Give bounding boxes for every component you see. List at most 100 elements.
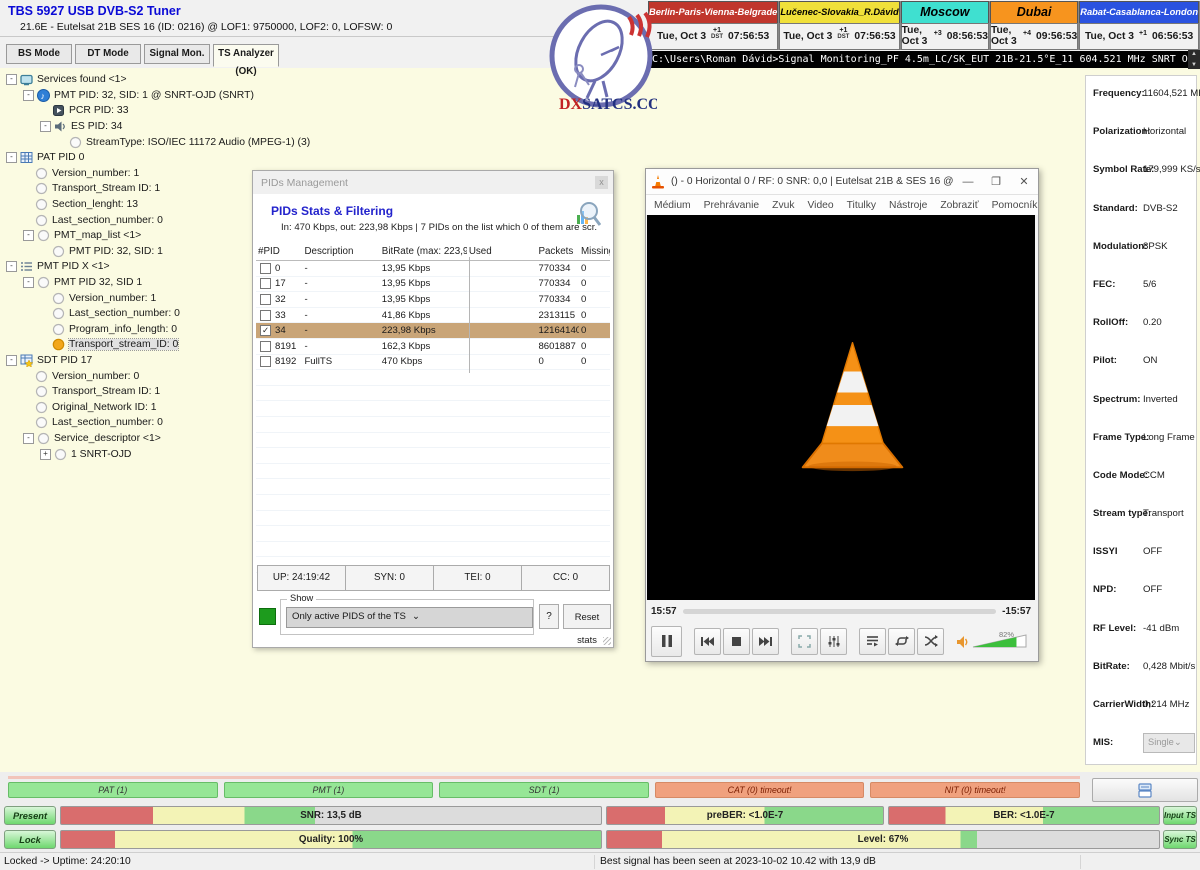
next-button[interactable] [752,628,779,655]
collapse-icon[interactable]: - [6,261,17,272]
tree-item-transport-stream-id-1[interactable]: Transport_Stream ID: 1 [4,384,250,400]
collapse-icon[interactable]: - [40,121,51,132]
column-header[interactable]: Used [467,246,537,257]
pid-row-34[interactable]: ✓34-223,98 Kbps121641400 [256,323,610,339]
checkbox[interactable] [260,278,271,289]
menu-pomocn-k[interactable]: Pomocník [992,200,1038,211]
collapse-icon[interactable]: - [23,277,34,288]
tree-icon-dot [52,245,65,258]
pid-cell: 8192 [256,356,302,367]
menu-video[interactable]: Video [807,200,833,211]
tree-item-sdt-pid-17[interactable]: -SDT PID 17 [4,353,250,369]
menu-m-dium[interactable]: Médium [654,200,691,211]
checkbox[interactable] [260,341,271,352]
ber-bar: BER: <1.0E-7 [888,806,1160,825]
menu-n-stroje[interactable]: Nástroje [889,200,927,211]
tree-item-pmt-map-list-1[interactable]: -PMT_map_list <1> [4,228,250,244]
expand-icon[interactable]: + [40,449,51,460]
pid-row-17[interactable]: 17-13,95 Kbps7703340 [256,277,610,293]
tree-item-es-pid-34[interactable]: -ES PID: 34 [4,119,250,135]
column-header[interactable]: #PID [256,246,302,257]
pause-button[interactable] [651,626,682,657]
scroll-down-icon[interactable]: ▼ [1191,62,1197,68]
tree-item-version-number-0[interactable]: Version_number: 0 [4,368,250,384]
pid-row-32[interactable]: 32-13,95 Kbps7703340 [256,292,610,308]
prev-button[interactable] [694,628,721,655]
tree-item-version-number-1[interactable]: Version_number: 1 [4,166,250,182]
collapse-icon[interactable]: - [23,90,34,101]
console-scrollbar[interactable]: ▲ ▼ [1188,50,1200,69]
vlc-titlebar[interactable]: () - 0 Horizontal 0 / RF: 0 SNR: 0,0 | E… [646,169,1038,195]
tree-item-pmt-pid-32-sid-1[interactable]: -PMT PID 32, SID 1 [4,275,250,291]
pid-row-8191[interactable]: 8191-162,3 Kbps86018870 [256,339,610,355]
tab-ts-analyzer-ok[interactable]: TS Analyzer (OK) [213,44,279,67]
playlist-button[interactable] [859,628,886,655]
utc-offset: +3 [934,31,942,37]
minimize-button[interactable]: — [954,176,982,188]
tree-item-streamtype-iso-iec-11172-audio-mpeg-1-3[interactable]: StreamType: ISO/IEC 11172 Audio (MPEG-1)… [4,134,250,150]
pid-row-0[interactable]: 0-13,95 Kbps7703340 [256,261,610,277]
tree-item-program-info-length-0[interactable]: Program_info_length: 0 [4,322,250,338]
tree-item-version-number-1[interactable]: Version_number: 1 [4,290,250,306]
column-header[interactable]: Missing [579,246,610,257]
shuffle-button[interactable] [917,628,944,655]
checkbox[interactable] [260,356,271,367]
stop-button[interactable] [723,628,750,655]
tab-dt-mode[interactable]: DT Mode [75,44,141,64]
menu-zobrazi[interactable]: Zobraziť [940,200,978,211]
tree-item-pcr-pid-33[interactable]: PCR PID: 33 [4,103,250,119]
param-value: CCM [1143,470,1165,481]
collapse-icon[interactable]: - [6,152,17,163]
column-header[interactable]: BitRate (max: 223,98 Kb... [380,246,467,257]
tree-item-1-snrt-ojd[interactable]: +1 SNRT-OJD [4,446,250,462]
checkbox[interactable] [260,294,271,305]
loop-button[interactable] [888,628,915,655]
fullscreen-button[interactable] [791,628,818,655]
column-header[interactable]: Description [302,246,379,257]
menu-titulky[interactable]: Titulky [847,200,876,211]
tree-item-last-section-number-0[interactable]: Last_section_number: 0 [4,306,250,322]
tree-item-services-found-1[interactable]: -Services found <1> [4,72,250,88]
checkbox-checked[interactable]: ✓ [260,325,271,336]
pid-row-8192[interactable]: 8192FullTS470 Kbps00 [256,355,610,371]
param-value: Inverted [1143,394,1178,405]
close-icon[interactable]: x [595,176,608,189]
param-npd: NPD:OFF [1086,584,1196,622]
pids-titlebar[interactable]: PIDs Management x [253,171,613,194]
pid-row-33[interactable]: 33-41,86 Kbps23131150 [256,308,610,324]
collapse-icon[interactable]: - [6,355,17,366]
scroll-up-icon[interactable]: ▲ [1191,51,1197,57]
collapse-icon[interactable]: - [23,433,34,444]
menu-prehr-vanie[interactable]: Prehrávanie [704,200,760,211]
reset-stats-button[interactable]: Reset stats [563,604,611,629]
checkbox[interactable] [260,310,271,321]
close-button[interactable]: ✕ [1010,175,1038,188]
help-button[interactable]: ? [539,604,559,629]
tree-item-pmt-pid-32-sid-1-snrt-ojd-snrt[interactable]: -♪PMT PID: 32, SID: 1 @ SNRT-OJD (SNRT) [4,88,250,104]
tree-item-section-lenght-13[interactable]: Section_lenght: 13 [4,197,250,213]
tree-item-pat-pid-0[interactable]: -PAT PID 0 [4,150,250,166]
tree-item-service-descriptor-1[interactable]: -Service_descriptor <1> [4,431,250,447]
tree-item-original-network-id-1[interactable]: Original_Network ID: 1 [4,399,250,415]
column-header[interactable]: Packets [536,246,579,257]
eq-button[interactable] [820,628,847,655]
collapse-icon[interactable]: - [6,74,17,85]
seek-slider[interactable] [683,609,997,614]
resize-grip[interactable] [603,637,611,645]
checkbox[interactable] [260,263,271,274]
mis-select[interactable]: Single⌄ [1143,733,1195,753]
tree-icon-list [20,260,33,273]
menu-zvuk[interactable]: Zvuk [772,200,794,211]
collapse-icon[interactable]: - [23,230,34,241]
tree-item-transport-stream-id-1[interactable]: Transport_Stream ID: 1 [4,181,250,197]
tree-item-pmt-pid-x-1[interactable]: -PMT PID X <1> [4,259,250,275]
tab-signal-mon[interactable]: Signal Mon. [144,44,210,64]
tree-item-last-section-number-0[interactable]: Last_section_number: 0 [4,212,250,228]
tab-bs-mode[interactable]: BS Mode [6,44,72,64]
tree-item-pmt-pid-32-sid-1[interactable]: PMT PID: 32, SID: 1 [4,244,250,260]
maximize-button[interactable]: ❐ [982,175,1010,188]
tree-item-last-section-number-0[interactable]: Last_section_number: 0 [4,415,250,431]
tree-item-transport-stream-id-0[interactable]: Transport_stream_ID: 0 [4,337,250,353]
table-list-button[interactable] [1092,778,1198,802]
show-filter-select[interactable]: Only active PIDS of the TS ⌄ [286,607,533,628]
